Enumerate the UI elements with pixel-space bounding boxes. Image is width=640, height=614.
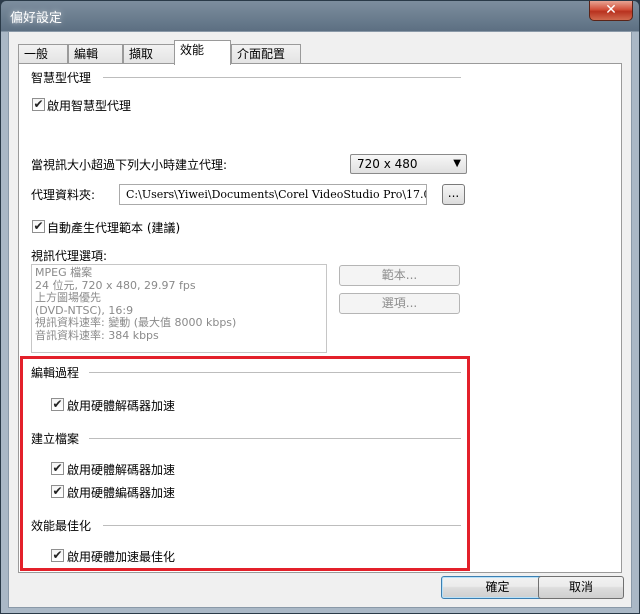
create-hw-encoder-label: 啟用硬體編碼器加速 [67, 486, 176, 500]
hw-optimization-label: 啟用硬體加速最佳化 [67, 550, 176, 564]
tab-performance[interactable]: 效能 [174, 40, 231, 65]
dialog-client-area: 一般 編輯 擷取 效能 介面配置 智慧型代理 ✔ 啟用智慧型代理 當視訊大小超過… [8, 31, 632, 608]
preferences-window: 偏好設定 ✕ 一般 編輯 擷取 效能 介面配置 智慧型代理 ✔ 啟用智慧型代理 … [0, 0, 640, 614]
checkmark-icon: ✔ [52, 461, 63, 475]
proxy-option-line: MPEG 檔案 [35, 266, 93, 279]
enable-smart-proxy-label: 啟用智慧型代理 [47, 99, 132, 113]
dropdown-arrow-icon: ▼ [453, 158, 461, 169]
tab-label: 擷取 [129, 47, 154, 61]
auto-template-checkbox[interactable]: ✔ [32, 220, 45, 233]
proxy-folder-input[interactable]: C:\Users\Yiwei\Documents\Corel VideoStud… [119, 184, 427, 205]
checkmark-icon: ✔ [33, 97, 44, 111]
create-hw-decoder-label: 啟用硬體解碼器加速 [67, 463, 176, 477]
file-creation-heading: 建立檔案 [31, 432, 80, 446]
cancel-button[interactable]: 取消 [538, 576, 624, 599]
proxy-folder-label: 代理資料夾: [31, 188, 96, 202]
enable-smart-proxy-checkbox[interactable]: ✔ [32, 98, 45, 111]
window-title: 偏好設定 [10, 11, 63, 26]
tab-general[interactable]: 一般 [18, 44, 68, 64]
checkmark-icon: ✔ [52, 548, 63, 562]
tab-label: 介面配置 [237, 47, 286, 61]
section-divider [103, 525, 461, 527]
proxy-option-line: 上方圖場優先 [35, 291, 101, 304]
proxy-threshold-label: 當視訊大小超過下列大小時建立代理: [31, 158, 228, 172]
proxy-option-line: 視訊資料速率: 變動 (最大值 8000 kbps) [35, 316, 237, 329]
proxy-threshold-select[interactable]: 720 x 480 ▼ [350, 154, 467, 174]
template-button[interactable]: 範本... [339, 265, 460, 286]
close-icon: ✕ [605, 2, 617, 18]
checkmark-icon: ✔ [52, 397, 63, 411]
tab-label: 效能 [180, 43, 205, 57]
create-hw-decoder-checkbox[interactable]: ✔ [51, 462, 64, 475]
browse-folder-button[interactable]: ... [442, 184, 465, 205]
tab-ui-layout[interactable]: 介面配置 [231, 44, 301, 64]
section-divider [89, 438, 461, 440]
tab-capture[interactable]: 擷取 [123, 44, 175, 64]
tab-edit[interactable]: 編輯 [68, 44, 123, 64]
section-divider [89, 372, 461, 374]
create-hw-encoder-checkbox[interactable]: ✔ [51, 485, 64, 498]
section-divider [103, 77, 461, 79]
video-proxy-options-label: 視訊代理選項: [31, 249, 108, 263]
proxy-threshold-value: 720 x 480 [357, 157, 418, 171]
checkmark-icon: ✔ [33, 219, 44, 233]
smart-proxy-heading: 智慧型代理 [31, 71, 92, 85]
proxy-option-line: 音訊資料速率: 384 kbps [35, 328, 159, 342]
title-bar[interactable]: 偏好設定 ✕ [1, 1, 639, 31]
options-button[interactable]: 選項... [339, 293, 460, 314]
hw-optimization-checkbox[interactable]: ✔ [51, 549, 64, 562]
tab-label: 一般 [24, 47, 49, 61]
performance-panel: 智慧型代理 ✔ 啟用智慧型代理 當視訊大小超過下列大小時建立代理: 720 x … [18, 63, 622, 573]
editing-hw-decoder-checkbox[interactable]: ✔ [51, 398, 64, 411]
editing-hw-decoder-label: 啟用硬體解碼器加速 [67, 399, 176, 413]
checkmark-icon: ✔ [52, 484, 63, 498]
close-button[interactable]: ✕ [589, 1, 633, 21]
auto-template-label: 自動產生代理範本 (建議) [47, 221, 181, 235]
video-proxy-options-box: MPEG 檔案 24 位元, 720 x 480, 29.97 fps 上方圖場… [31, 264, 327, 353]
editing-heading: 編輯過程 [31, 366, 80, 380]
tab-label: 編輯 [74, 47, 99, 61]
optimization-heading: 效能最佳化 [31, 519, 92, 533]
